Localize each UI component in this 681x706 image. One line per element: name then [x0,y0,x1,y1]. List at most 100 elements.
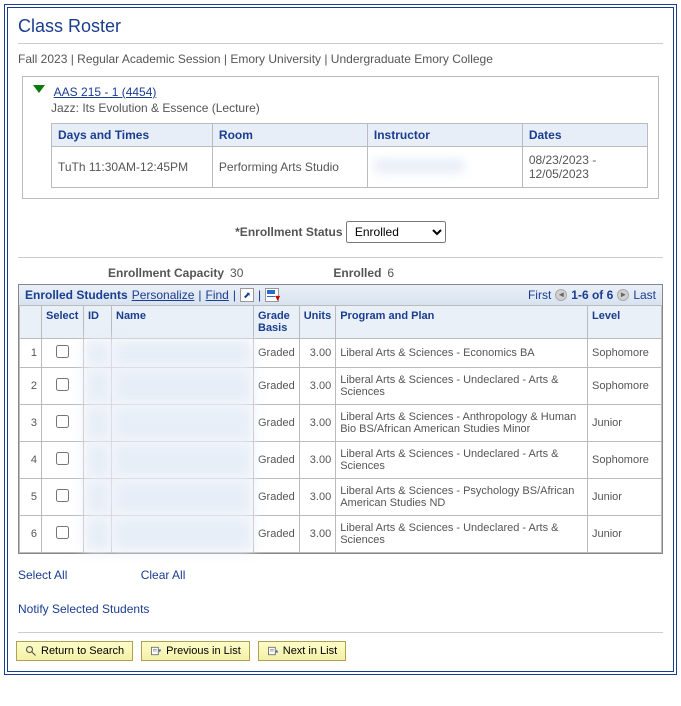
instructor-redacted [374,159,464,173]
row-number: 1 [20,339,42,368]
first-link[interactable]: First [528,288,551,302]
col-program: Program and Plan [336,306,588,339]
enrolled-label: Enrolled [333,266,381,280]
col-id: ID [84,306,112,339]
row-name [112,339,254,368]
row-program: Liberal Arts & Sciences - Anthropology &… [336,405,588,442]
row-grade: Graded [254,479,300,516]
row-checkbox[interactable] [56,415,69,428]
table-row: 5 Graded3.00Liberal Arts & Sciences - Ps… [20,479,662,516]
collapse-icon[interactable] [33,85,45,93]
col-dates: Dates [522,124,647,147]
separator: | [198,288,201,302]
row-level: Sophomore [588,368,662,405]
enrollment-status-select[interactable]: Enrolled [346,221,446,243]
col-name: Name [112,306,254,339]
row-checkbox[interactable] [56,452,69,465]
next-in-list-button[interactable]: Next in List [258,641,346,661]
row-name [112,516,254,553]
enrollment-status-row: *Enrollment Status Enrolled [8,209,673,255]
course-details: AAS 215 - 1 (4454) Jazz: Its Evolution &… [22,76,659,199]
row-checkbox[interactable] [56,526,69,539]
capacity-value: 30 [230,266,243,280]
col-room: Room [212,124,367,147]
enrollment-stats: Enrollment Capacity 30 Enrolled 6 [8,260,673,284]
row-level: Sophomore [588,339,662,368]
course-link[interactable]: AAS 215 - 1 (4454) [54,85,157,99]
clear-all-link[interactable]: Clear All [141,568,186,582]
col-days: Days and Times [52,124,213,147]
prev-label: Previous in List [166,645,241,657]
page-range: 1-6 of 6 [571,288,613,302]
return-label: Return to Search [41,645,124,657]
row-select-cell [42,339,84,368]
row-id [84,339,112,368]
row-units: 3.00 [299,516,336,553]
next-page-icon[interactable]: ► [617,289,629,301]
row-checkbox[interactable] [56,378,69,391]
return-to-search-button[interactable]: Return to Search [16,641,133,661]
row-id [84,368,112,405]
row-select-cell [42,442,84,479]
roster-table: Select ID Name Grade Basis Units Program… [19,305,662,553]
row-number: 2 [20,368,42,405]
row-program: Liberal Arts & Sciences - Undeclared - A… [336,442,588,479]
row-checkbox[interactable] [56,345,69,358]
divider [18,632,663,633]
col-grade: Grade Basis [254,306,300,339]
previous-in-list-button[interactable]: Previous in List [141,641,250,661]
personalize-link[interactable]: Personalize [132,288,195,302]
row-level: Junior [588,405,662,442]
row-number: 4 [20,442,42,479]
grid-toolbar: Enrolled Students Personalize | Find | ⬈… [19,285,662,305]
row-checkbox[interactable] [56,489,69,502]
instructor [367,147,522,188]
row-name [112,405,254,442]
row-program: Liberal Arts & Sciences - Undeclared - A… [336,516,588,553]
last-link[interactable]: Last [633,288,656,302]
dates: 08/23/2023 - 12/05/2023 [522,147,647,188]
row-units: 3.00 [299,339,336,368]
row-name [112,479,254,516]
room: Performing Arts Studio [212,147,367,188]
bottom-buttons: Return to Search Previous in List Next i… [8,635,673,671]
notify-students-link[interactable]: Notify Selected Students [18,602,149,616]
row-number: 3 [20,405,42,442]
row-grade: Graded [254,368,300,405]
separator: | [258,288,261,302]
next-label: Next in List [283,645,337,657]
row-grade: Graded [254,516,300,553]
row-units: 3.00 [299,442,336,479]
capacity-label: Enrollment Capacity [108,266,224,280]
find-link[interactable]: Find [206,288,229,302]
zoom-icon[interactable]: ⬈ [240,288,254,302]
row-level: Junior [588,479,662,516]
prev-page-icon[interactable]: ◄ [555,289,567,301]
select-all-link[interactable]: Select All [18,568,67,582]
row-level: Junior [588,516,662,553]
grid-title: Enrolled Students [25,288,128,302]
schedule-table: Days and Times Room Instructor Dates TuT… [51,123,648,188]
row-program: Liberal Arts & Sciences - Economics BA [336,339,588,368]
divider [18,257,663,258]
enrollment-status-label: *Enrollment Status [235,225,342,239]
row-id [84,405,112,442]
table-row: 2 Graded3.00Liberal Arts & Sciences - Un… [20,368,662,405]
row-units: 3.00 [299,479,336,516]
divider [18,43,663,44]
session-info: Fall 2023 | Regular Academic Session | E… [8,46,673,72]
table-row: 1 Graded3.00Liberal Arts & Sciences - Ec… [20,339,662,368]
row-grade: Graded [254,339,300,368]
separator: | [233,288,236,302]
roster-grid: Enrolled Students Personalize | Find | ⬈… [18,284,663,554]
row-number: 6 [20,516,42,553]
col-select: Select [42,306,84,339]
col-units: Units [299,306,336,339]
row-name [112,442,254,479]
row-units: 3.00 [299,368,336,405]
row-program: Liberal Arts & Sciences - Psychology BS/… [336,479,588,516]
row-id [84,442,112,479]
action-links: Select All Clear All [8,554,673,596]
row-number: 5 [20,479,42,516]
download-icon[interactable]: ▾ [265,288,279,302]
